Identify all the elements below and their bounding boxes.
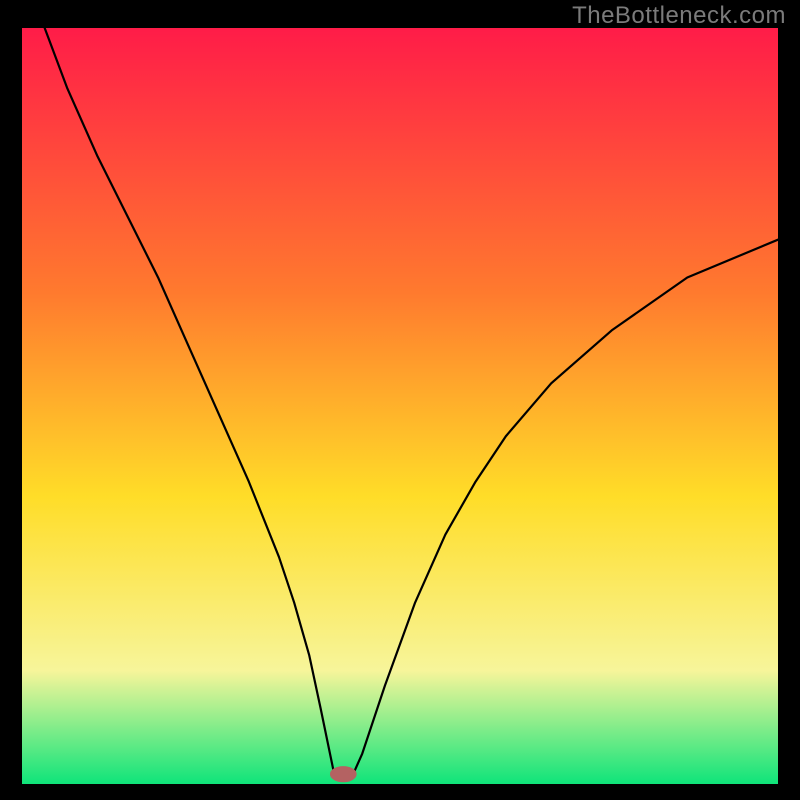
watermark-text: TheBottleneck.com (572, 2, 786, 30)
chart-frame: TheBottleneck.com (0, 0, 800, 800)
gradient-chart (22, 28, 778, 784)
plot-area (22, 28, 778, 784)
gradient-background (22, 28, 778, 784)
minimum-marker (330, 767, 356, 782)
